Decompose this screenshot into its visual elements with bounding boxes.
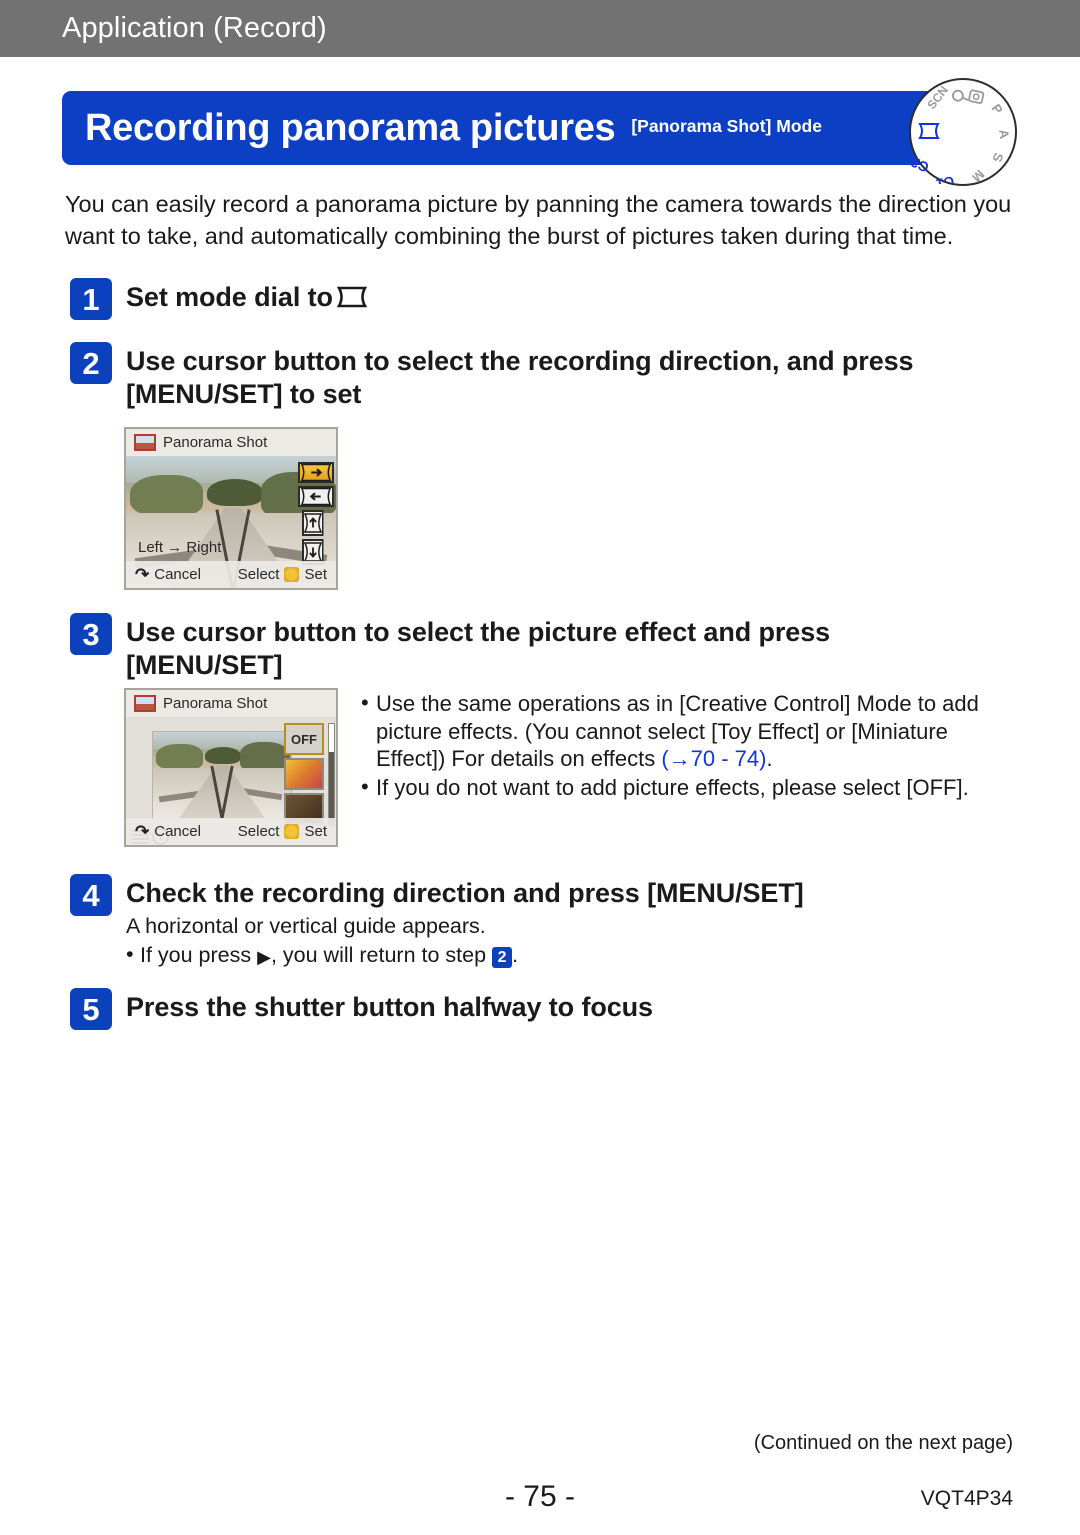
panorama-shot-icon xyxy=(134,434,156,451)
step-1-title-wrap: Set mode dial to xyxy=(126,278,368,320)
continued-note: (Continued on the next page) xyxy=(753,1432,1013,1454)
dial-label-a: A xyxy=(996,128,1012,140)
photo-bush-left xyxy=(155,744,203,770)
step-2: 2 Use cursor button to select the record… xyxy=(70,342,1030,411)
mode-dial-illustration: SCN P A S M C1 C2 xyxy=(908,78,1017,192)
set-label: Set xyxy=(304,823,327,840)
effect-scrollbar-thumb[interactable] xyxy=(329,752,334,826)
bullet-2-text: If you do not want to add picture effect… xyxy=(376,774,969,800)
photo-bush-left xyxy=(130,475,204,516)
set-label: Set xyxy=(304,566,327,583)
bullet-1-text-after: . xyxy=(766,746,773,771)
effect-icon-strip[interactable]: OFF xyxy=(284,723,324,825)
step-4-body: A horizontal or vertical guide appears. … xyxy=(126,912,518,972)
cancel-label: Cancel xyxy=(154,823,201,840)
list-item: Use the same operations as in [Creative … xyxy=(360,689,1000,773)
step-4-line1: A horizontal or vertical guide appears. xyxy=(126,914,486,938)
select-set-control[interactable]: Select Set xyxy=(238,823,327,840)
direction-icon-right[interactable] xyxy=(298,462,334,483)
direction-label: Left → Right xyxy=(138,539,222,556)
title-band-wrapper: Recording panorama pictures [Panorama Sh… xyxy=(62,91,952,165)
mode-dial-svg: SCN P A S M C1 C2 xyxy=(908,83,1012,192)
menu-set-icon xyxy=(284,567,300,582)
step-2-title: Use cursor button to select the recordin… xyxy=(126,346,914,409)
step-1-title: Set mode dial to xyxy=(126,282,333,312)
lcd-effect-preview-photo xyxy=(152,731,292,819)
dial-label-m: M xyxy=(969,167,987,184)
step-4-number: 4 xyxy=(70,874,112,916)
select-label: Select xyxy=(237,823,280,840)
page-section-header: Application (Record) xyxy=(0,0,1080,57)
lcd-effect-bottombar: ↶ Cancel Select Set xyxy=(126,818,336,845)
dial-icon-creative-control xyxy=(968,89,985,104)
back-arrow-icon: ↶ xyxy=(135,821,150,841)
lcd-effect-titlebar: Panorama Shot xyxy=(126,690,336,717)
step-4-sub-mid: , you will return to step xyxy=(270,943,487,967)
effect-notes-list: Use the same operations as in [Creative … xyxy=(360,689,1000,802)
step-1-number: 1 xyxy=(70,278,112,320)
photo-bush-center xyxy=(207,479,263,507)
lcd-direction-title: Panorama Shot xyxy=(163,434,268,451)
page-title: Recording panorama pictures xyxy=(85,106,616,149)
lcd-screenshot-effect: Panorama Shot OFF ↶ Cancel Select Set xyxy=(124,688,338,847)
effect-notes: Use the same operations as in [Creative … xyxy=(360,689,1000,802)
step-5-title: Press the shutter button halfway to focu… xyxy=(126,992,653,1022)
direction-icon-strip[interactable] xyxy=(298,462,334,565)
dial-label-c1: C1 xyxy=(935,173,956,184)
dial-icon-panorama xyxy=(918,123,940,139)
lcd-screenshot-direction: Panorama Shot Left → Right ↶ Cancel Sele… xyxy=(124,427,338,590)
title-band: Recording panorama pictures [Panorama Sh… xyxy=(62,91,952,165)
list-item: If you do not want to add picture effect… xyxy=(360,773,1000,802)
step-3-number: 3 xyxy=(70,613,112,655)
bullet-1-page-reference[interactable]: (→70 - 74) xyxy=(661,746,766,771)
menu-set-icon xyxy=(284,824,300,839)
effect-scrollbar[interactable] xyxy=(328,723,335,826)
intro-paragraph: You can easily record a panorama picture… xyxy=(65,191,1012,249)
section-title: Application (Record) xyxy=(62,12,327,44)
cancel-label: Cancel xyxy=(154,566,201,583)
step-4-title: Check the recording direction and press … xyxy=(126,878,804,908)
effect-option-food-thumbnail[interactable] xyxy=(284,758,324,790)
step-1: 1 Set mode dial to xyxy=(70,278,368,320)
direction-icon-up[interactable] xyxy=(301,510,324,536)
photo-bush-center xyxy=(205,746,242,764)
dial-icon-intelligent-auto xyxy=(951,89,969,102)
step-5: 5 Press the shutter button halfway to fo… xyxy=(70,988,1030,1030)
step-3-title: Use cursor button to select the picture … xyxy=(126,617,831,680)
step-2-number: 2 xyxy=(70,342,112,384)
cancel-control[interactable]: ↶ Cancel xyxy=(135,822,201,842)
dial-label-p: P xyxy=(989,101,1006,117)
dial-label-s: S xyxy=(989,151,1006,164)
page-title-mode: [Panorama Shot] Mode xyxy=(631,116,822,136)
page-number: - 75 - xyxy=(504,1480,576,1513)
back-arrow-icon: ↶ xyxy=(135,564,150,584)
cancel-control[interactable]: ↶ Cancel xyxy=(135,565,201,585)
dial-label-scn: SCN xyxy=(924,83,951,112)
lcd-direction-titlebar: Panorama Shot xyxy=(126,429,336,456)
direction-icon-left[interactable] xyxy=(298,486,334,507)
select-label: Select xyxy=(237,566,280,583)
lcd-direction-bottombar: ↶ Cancel Select Set xyxy=(126,561,336,588)
effect-off-label: OFF xyxy=(291,731,317,747)
step-3: 3 Use cursor button to select the pictur… xyxy=(70,613,1030,682)
step-reference-badge: 2 xyxy=(492,947,513,968)
right-arrow-icon: ▶ xyxy=(257,947,271,967)
step-4-sub-after: . xyxy=(512,943,519,967)
effect-option-off[interactable]: OFF xyxy=(284,723,324,755)
step-5-number: 5 xyxy=(70,988,112,1030)
step-4-subnote: If you press ▶, you will return to step … xyxy=(126,940,519,972)
lcd-effect-title: Panorama Shot xyxy=(163,695,268,712)
step-4: 4 Check the recording direction and pres… xyxy=(70,874,1030,916)
document-code: VQT4P34 xyxy=(920,1487,1013,1510)
panorama-mode-icon xyxy=(336,283,368,308)
panorama-shot-icon xyxy=(134,695,156,712)
dial-label-c2: C2 xyxy=(911,154,931,176)
step-4-sub-before: If you press xyxy=(140,943,252,967)
select-set-control[interactable]: Select Set xyxy=(238,566,327,583)
